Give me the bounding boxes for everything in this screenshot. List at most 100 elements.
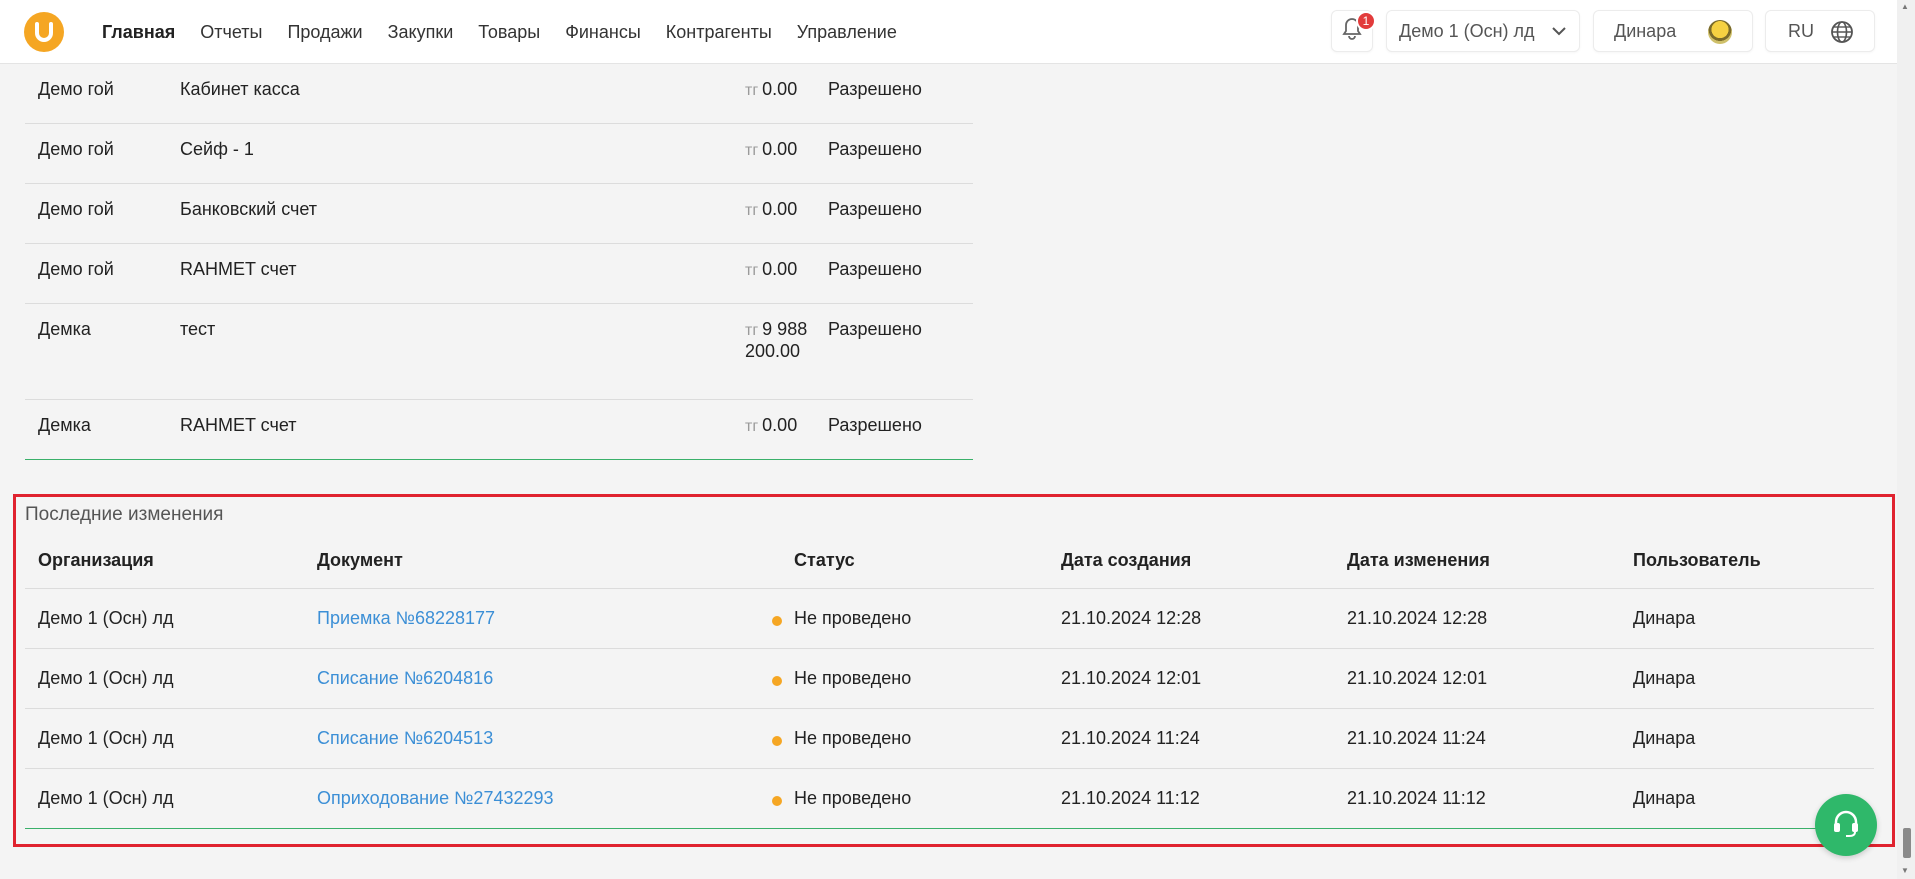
column-header-doc[interactable]: Документ [317,550,403,571]
row-user: Динара [1633,728,1696,748]
recent-changes-table: Организация Документ Статус Дата создани… [25,530,1874,829]
currency-label: тг [745,418,759,435]
amount-value: 0.00 [762,199,798,219]
language-select[interactable]: RU [1765,10,1875,52]
top-header: Главная Отчеты Продажи Закупки Товары Фи… [0,0,1897,64]
account-amount: тг 0.00 [745,79,815,101]
column-header-org[interactable]: Организация [38,550,154,571]
nav-item-purchases[interactable]: Закупки [388,22,454,43]
table-row: Демо 1 (Осн) лд Оприходование №27432293 … [25,769,1874,829]
document-link[interactable]: Списание №6204816 [317,668,493,689]
notifications-button[interactable]: 1 [1331,10,1376,52]
account-status: Разрешено [828,139,922,159]
row-created: 21.10.2024 11:12 [1061,788,1200,808]
account-amount: тг 0.00 [745,199,815,221]
table-row: Демо гой Кабинет касса тг 0.00 Разрешено [25,64,973,124]
column-header-created[interactable]: Дата создания [1061,550,1191,571]
scroll-down-icon[interactable]: ▼ [1901,866,1909,875]
account-status: Разрешено [828,415,922,435]
organization-label: Демо 1 (Осн) лд [1399,20,1535,41]
document-link[interactable]: Приемка №68228177 [317,608,495,629]
user-name: Динара [1614,20,1677,41]
vertical-scrollbar[interactable] [1897,0,1915,879]
row-changed: 21.10.2024 12:01 [1347,668,1488,688]
account-org: Демо гой [38,199,114,219]
amount-value: 0.00 [762,259,798,279]
logo-icon[interactable] [24,12,64,52]
account-name: RAHMET счет [180,259,297,279]
scroll-up-icon[interactable]: ▲ [1901,2,1909,11]
status-dot [772,676,782,686]
row-org: Демо 1 (Осн) лд [38,608,174,628]
table-row: Демо гой RAHMET счет тг 0.00 Разрешено [25,244,973,304]
table-row: Демо гой Банковский счет тг 0.00 Разрешен… [25,184,973,244]
table-row: Демка RAHMET счет тг 0.00 Разрешено [25,400,973,460]
nav-item-finance[interactable]: Финансы [565,22,641,43]
account-amount: тг 0.00 [745,415,815,437]
account-status: Разрешено [828,199,922,219]
amount-value: 0.00 [762,139,798,159]
user-menu[interactable]: Динара [1593,10,1753,52]
account-status: Разрешено [828,259,922,279]
support-chat-button[interactable] [1815,794,1877,856]
account-org: Демо гой [38,259,114,279]
currency-label: тг [745,262,759,279]
document-link[interactable]: Оприходование №27432293 [317,788,554,809]
scrollbar-thumb[interactable] [1903,828,1911,858]
nav-item-goods[interactable]: Товары [478,22,540,43]
row-org: Демо 1 (Осн) лд [38,788,174,808]
recent-changes-title: Последние изменения [25,504,224,525]
row-org: Демо 1 (Осн) лд [38,668,174,688]
status-dot [772,616,782,626]
nav-item-home[interactable]: Главная [102,22,175,43]
table-row: Демка тест тг 9 988 200.00 Разрешено [25,304,973,400]
currency-label: тг [745,142,759,159]
chevron-down-icon [1551,23,1567,44]
table-row: Демо 1 (Осн) лд Приемка №68228177 Не про… [25,589,1874,649]
status-dot [772,736,782,746]
account-status: Разрешено [828,79,922,99]
column-header-changed[interactable]: Дата изменения [1347,550,1490,571]
amount-value: 0.00 [762,79,798,99]
nav-item-management[interactable]: Управление [797,22,897,43]
row-org: Демо 1 (Осн) лд [38,728,174,748]
amount-value: 0.00 [762,415,798,435]
nav-item-reports[interactable]: Отчеты [200,22,262,43]
table-row: Демо 1 (Осн) лд Списание №6204513 Не про… [25,709,1874,769]
row-status: Не проведено [794,728,912,748]
nav-item-contractors[interactable]: Контрагенты [666,22,772,43]
account-amount: тг 0.00 [745,259,815,281]
row-created: 21.10.2024 12:01 [1061,668,1202,688]
status-dot [772,796,782,806]
account-status: Разрешено [828,319,922,339]
table-header: Организация Документ Статус Дата создани… [25,530,1874,589]
row-changed: 21.10.2024 11:24 [1347,728,1486,748]
account-name: RAHMET счет [180,415,297,435]
column-header-status[interactable]: Статус [794,550,855,571]
avatar [1708,20,1732,44]
notification-badge: 1 [1356,11,1376,31]
document-link[interactable]: Списание №6204513 [317,728,493,749]
account-org: Демка [38,415,91,435]
column-header-user[interactable]: Пользователь [1633,550,1761,571]
account-org: Демка [38,319,91,339]
table-row: Демо 1 (Осн) лд Списание №6204816 Не про… [25,649,1874,709]
account-name: Кабинет касса [180,79,300,99]
account-amount: тг 9 988 200.00 [745,319,815,362]
nav-item-sales[interactable]: Продажи [287,22,362,43]
row-status: Не проведено [794,788,912,808]
account-amount: тг 0.00 [745,139,815,161]
account-org: Демо гой [38,79,114,99]
row-user: Динара [1633,608,1696,628]
currency-label: тг [745,82,759,99]
account-name: Банковский счет [180,199,318,219]
organization-select[interactable]: Демо 1 (Осн) лд [1386,10,1580,52]
row-created: 21.10.2024 12:28 [1061,608,1202,628]
account-name: Сейф - 1 [180,139,254,159]
language-label: RU [1788,20,1814,41]
account-org: Демо гой [38,139,114,159]
row-status: Не проведено [794,608,912,628]
globe-icon [1830,20,1854,49]
headset-icon [1830,807,1862,844]
currency-label: тг [745,202,759,219]
